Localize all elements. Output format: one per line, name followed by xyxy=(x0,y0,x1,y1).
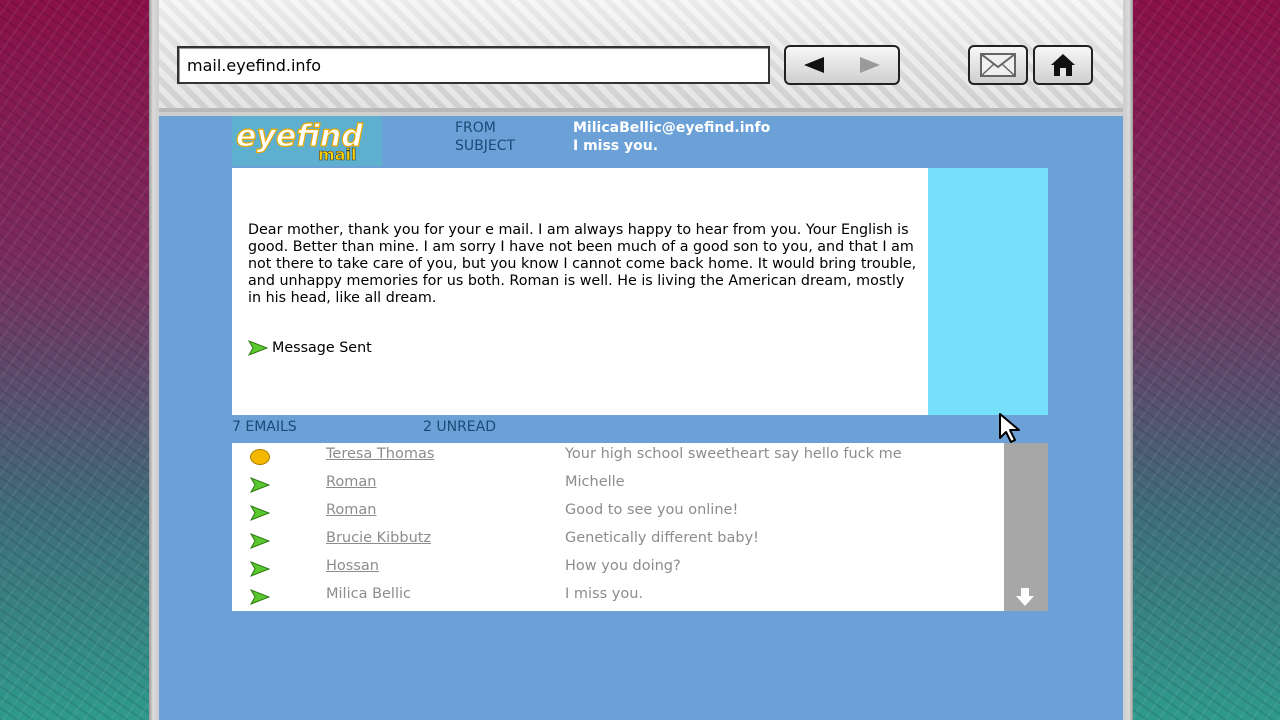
email-subject: I miss you. xyxy=(565,586,644,602)
sent-arrow-icon xyxy=(248,340,268,356)
unread-count: 2 UNREAD xyxy=(423,419,497,435)
email-sender[interactable]: Brucie Kibbutz xyxy=(326,530,431,546)
address-bar[interactable]: mail.eyefind.info xyxy=(177,46,770,84)
subject-label: SUBJECT xyxy=(455,138,516,154)
email-list: Teresa Thomas Your high school sweethear… xyxy=(232,443,1004,611)
email-subject: Genetically different baby! xyxy=(565,530,759,546)
email-list-scrollbar[interactable] xyxy=(1004,443,1048,611)
email-subject: Your high school sweetheart say hello fu… xyxy=(565,446,902,462)
email-sender[interactable]: Hossan xyxy=(326,558,379,574)
forward-arrow-icon[interactable] xyxy=(860,57,880,73)
subject-value: I miss you. xyxy=(573,138,659,154)
read-arrow-icon xyxy=(249,505,271,525)
email-row[interactable]: Roman Michelle xyxy=(232,471,1004,499)
email-row-selected[interactable]: Milica Bellic I miss you. xyxy=(232,583,1004,611)
read-arrow-icon xyxy=(249,477,271,497)
read-arrow-icon xyxy=(249,589,271,609)
read-arrow-icon xyxy=(249,533,271,553)
email-subject: How you doing? xyxy=(565,558,681,574)
mail-icon xyxy=(980,53,1016,77)
from-label: FROM xyxy=(455,120,496,136)
email-row[interactable]: Hossan How you doing? xyxy=(232,555,1004,583)
back-arrow-icon[interactable] xyxy=(804,57,824,73)
mail-button[interactable] xyxy=(968,45,1028,85)
home-button[interactable] xyxy=(1033,45,1093,85)
eyefind-mail-logo[interactable]: eyefind mail xyxy=(232,116,382,166)
email-row[interactable]: Teresa Thomas Your high school sweethear… xyxy=(232,443,1004,471)
email-sender[interactable]: Milica Bellic xyxy=(326,586,411,602)
message-status-text: Message Sent xyxy=(272,340,372,356)
back-forward-button[interactable] xyxy=(784,45,900,85)
read-arrow-icon xyxy=(249,561,271,581)
email-sender[interactable]: Teresa Thomas xyxy=(326,446,434,462)
logo-subtext: mail xyxy=(318,145,356,164)
email-sender[interactable]: Roman xyxy=(326,474,377,490)
scroll-down-icon[interactable] xyxy=(1015,587,1035,607)
mouse-cursor-icon xyxy=(999,413,1020,443)
from-address: MilicaBellic@eyefind.info xyxy=(573,120,771,136)
email-sender[interactable]: Roman xyxy=(326,502,377,518)
email-subject: Michelle xyxy=(565,474,625,490)
email-row[interactable]: Roman Good to see you online! xyxy=(232,499,1004,527)
email-row[interactable]: Brucie Kibbutz Genetically different bab… xyxy=(232,527,1004,555)
email-count: 7 EMAILS xyxy=(232,419,297,435)
email-subject: Good to see you online! xyxy=(565,502,739,518)
message-side-panel xyxy=(928,168,1048,415)
message-body: Dear mother, thank you for your e mail. … xyxy=(248,222,917,306)
message-status: Message Sent xyxy=(248,340,372,356)
home-icon xyxy=(1051,54,1075,76)
unread-dot-icon xyxy=(250,449,270,465)
